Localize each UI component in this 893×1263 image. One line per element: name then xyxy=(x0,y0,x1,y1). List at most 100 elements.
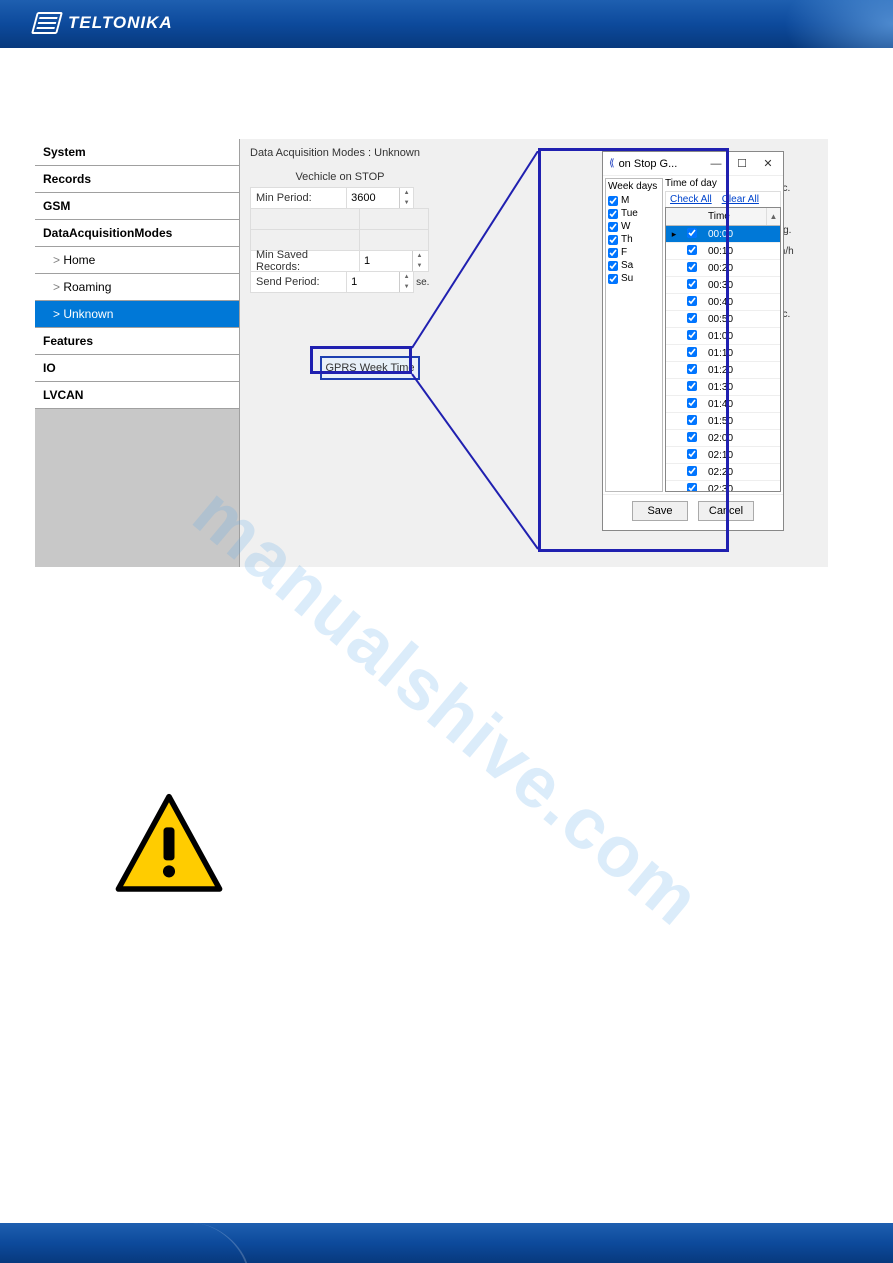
time-checkbox[interactable] xyxy=(687,381,697,391)
minimize-icon[interactable]: — xyxy=(707,156,725,172)
min-saved-input[interactable] xyxy=(360,253,412,269)
min-period-input[interactable] xyxy=(347,190,399,206)
sidebar-item-io[interactable]: IO xyxy=(35,355,239,382)
spinner-icon[interactable]: ▲▼ xyxy=(399,272,413,292)
day-label: Sa xyxy=(621,260,633,271)
time-value: 01:20 xyxy=(702,365,780,376)
min-saved-label: Min Saved Records: xyxy=(250,250,360,272)
day-row: W xyxy=(608,220,660,233)
form-grid: Min Period: ▲▼ xyxy=(250,187,430,293)
close-icon[interactable]: ✕ xyxy=(759,156,777,172)
brand-logo-icon xyxy=(31,12,63,34)
time-checkbox[interactable] xyxy=(687,449,697,459)
sidebar-item-records[interactable]: Records xyxy=(35,166,239,193)
dialog-title: on Stop G... xyxy=(619,158,678,170)
time-checkbox[interactable] xyxy=(687,313,697,323)
time-row[interactable]: 01:00 xyxy=(666,328,780,345)
time-checkbox[interactable] xyxy=(687,296,697,306)
time-value: 01:00 xyxy=(702,331,780,342)
time-row[interactable]: 02:10 xyxy=(666,447,780,464)
spinner-icon[interactable]: ▲▼ xyxy=(399,188,413,208)
day-label: W xyxy=(621,221,630,232)
weekdays-title: Week days xyxy=(608,181,660,192)
time-checkbox[interactable] xyxy=(687,466,697,476)
time-value: 00:50 xyxy=(702,314,780,325)
time-checkbox[interactable] xyxy=(687,347,697,357)
time-row[interactable]: 00:50 xyxy=(666,311,780,328)
sidebar-item-features[interactable]: Features xyxy=(35,328,239,355)
weekdays-group: Week days MTueW ThFSaSu xyxy=(605,178,663,492)
time-row[interactable]: 01:30 xyxy=(666,379,780,396)
cancel-button[interactable]: Cancel xyxy=(698,501,754,521)
save-button[interactable]: Save xyxy=(632,501,688,521)
day-row: F xyxy=(608,246,660,259)
day-checkbox[interactable] xyxy=(608,248,618,258)
brand-header: TELTONIKA xyxy=(0,0,893,48)
vehicle-stop-title: Vechicle on STOP xyxy=(250,171,430,183)
time-value: 01:50 xyxy=(702,416,780,427)
day-checkbox[interactable] xyxy=(608,274,618,284)
day-checkbox[interactable] xyxy=(608,261,618,271)
clear-all-link[interactable]: Clear All xyxy=(722,194,759,205)
time-row[interactable]: 00:00 xyxy=(666,226,780,243)
time-checkbox[interactable] xyxy=(687,279,697,289)
time-row[interactable]: 00:40 xyxy=(666,294,780,311)
scroll-up-icon[interactable]: ▲ xyxy=(766,208,780,225)
time-row[interactable]: 02:00 xyxy=(666,430,780,447)
sidebar: System Records GSM DataAcquisitionModes … xyxy=(35,139,240,567)
time-value: 01:10 xyxy=(702,348,780,359)
check-all-link[interactable]: Check All xyxy=(670,194,712,205)
time-value: 01:30 xyxy=(702,382,780,393)
day-checkbox[interactable] xyxy=(608,209,618,219)
day-checkbox[interactable] xyxy=(608,196,618,206)
time-checkbox[interactable] xyxy=(687,432,697,442)
gprs-week-time-button[interactable]: GPRS Week Time xyxy=(320,356,420,380)
time-row[interactable]: 01:50 xyxy=(666,413,780,430)
time-row[interactable]: 02:20 xyxy=(666,464,780,481)
sidebar-item-gsm[interactable]: GSM xyxy=(35,193,239,220)
time-checkbox[interactable] xyxy=(687,483,697,492)
day-checkbox[interactable] xyxy=(608,235,618,245)
sidebar-item-home[interactable]: Home xyxy=(35,247,239,274)
day-checkbox[interactable] xyxy=(608,222,618,232)
time-value: 00:20 xyxy=(702,263,780,274)
time-checkbox[interactable] xyxy=(687,228,697,238)
sidebar-item-system[interactable]: System xyxy=(35,139,239,166)
timeofday-group: Time of day Check All Clear All Time ▲ xyxy=(665,178,781,492)
time-checkbox[interactable] xyxy=(687,415,697,425)
day-row: Su xyxy=(608,272,660,285)
day-label: Th xyxy=(621,234,633,245)
time-value: 00:30 xyxy=(702,280,780,291)
sidebar-item-data-acquisition[interactable]: DataAcquisitionModes xyxy=(35,220,239,247)
time-row[interactable]: 00:20 xyxy=(666,260,780,277)
time-row[interactable]: 00:10 xyxy=(666,243,780,260)
time-row[interactable]: 01:40 xyxy=(666,396,780,413)
time-value: 02:00 xyxy=(702,433,780,444)
time-row[interactable]: 00:30 xyxy=(666,277,780,294)
send-period-input[interactable] xyxy=(347,274,399,290)
time-value: 00:40 xyxy=(702,297,780,308)
day-label: M xyxy=(621,195,629,206)
timeofday-title: Time of day xyxy=(665,178,781,189)
sidebar-item-roaming[interactable]: Roaming xyxy=(35,274,239,301)
time-row[interactable]: 01:20 xyxy=(666,362,780,379)
time-checkbox[interactable] xyxy=(687,364,697,374)
time-row[interactable]: 01:10 xyxy=(666,345,780,362)
day-row: Tue xyxy=(608,207,660,220)
spinner-icon[interactable]: ▲▼ xyxy=(412,251,426,271)
brand-footer xyxy=(0,1223,893,1263)
time-value: 01:40 xyxy=(702,399,780,410)
time-row[interactable]: 02:30 xyxy=(666,481,780,491)
time-checkbox[interactable] xyxy=(687,245,697,255)
time-checkbox[interactable] xyxy=(687,262,697,272)
sidebar-item-lvcan[interactable]: LVCAN xyxy=(35,382,239,409)
time-value: 00:10 xyxy=(702,246,780,257)
dialog-on-stop: ⟪ on Stop G... — ☐ ✕ Week days MTueWThFS… xyxy=(602,151,784,531)
time-checkbox[interactable] xyxy=(687,398,697,408)
sidebar-item-unknown[interactable]: Unknown xyxy=(35,301,239,328)
maximize-icon[interactable]: ☐ xyxy=(733,156,751,172)
send-period-label: Send Period: xyxy=(250,271,347,293)
send-period-unit: se. xyxy=(414,277,430,288)
time-checkbox[interactable] xyxy=(687,330,697,340)
min-period-label: Min Period: xyxy=(250,187,347,209)
